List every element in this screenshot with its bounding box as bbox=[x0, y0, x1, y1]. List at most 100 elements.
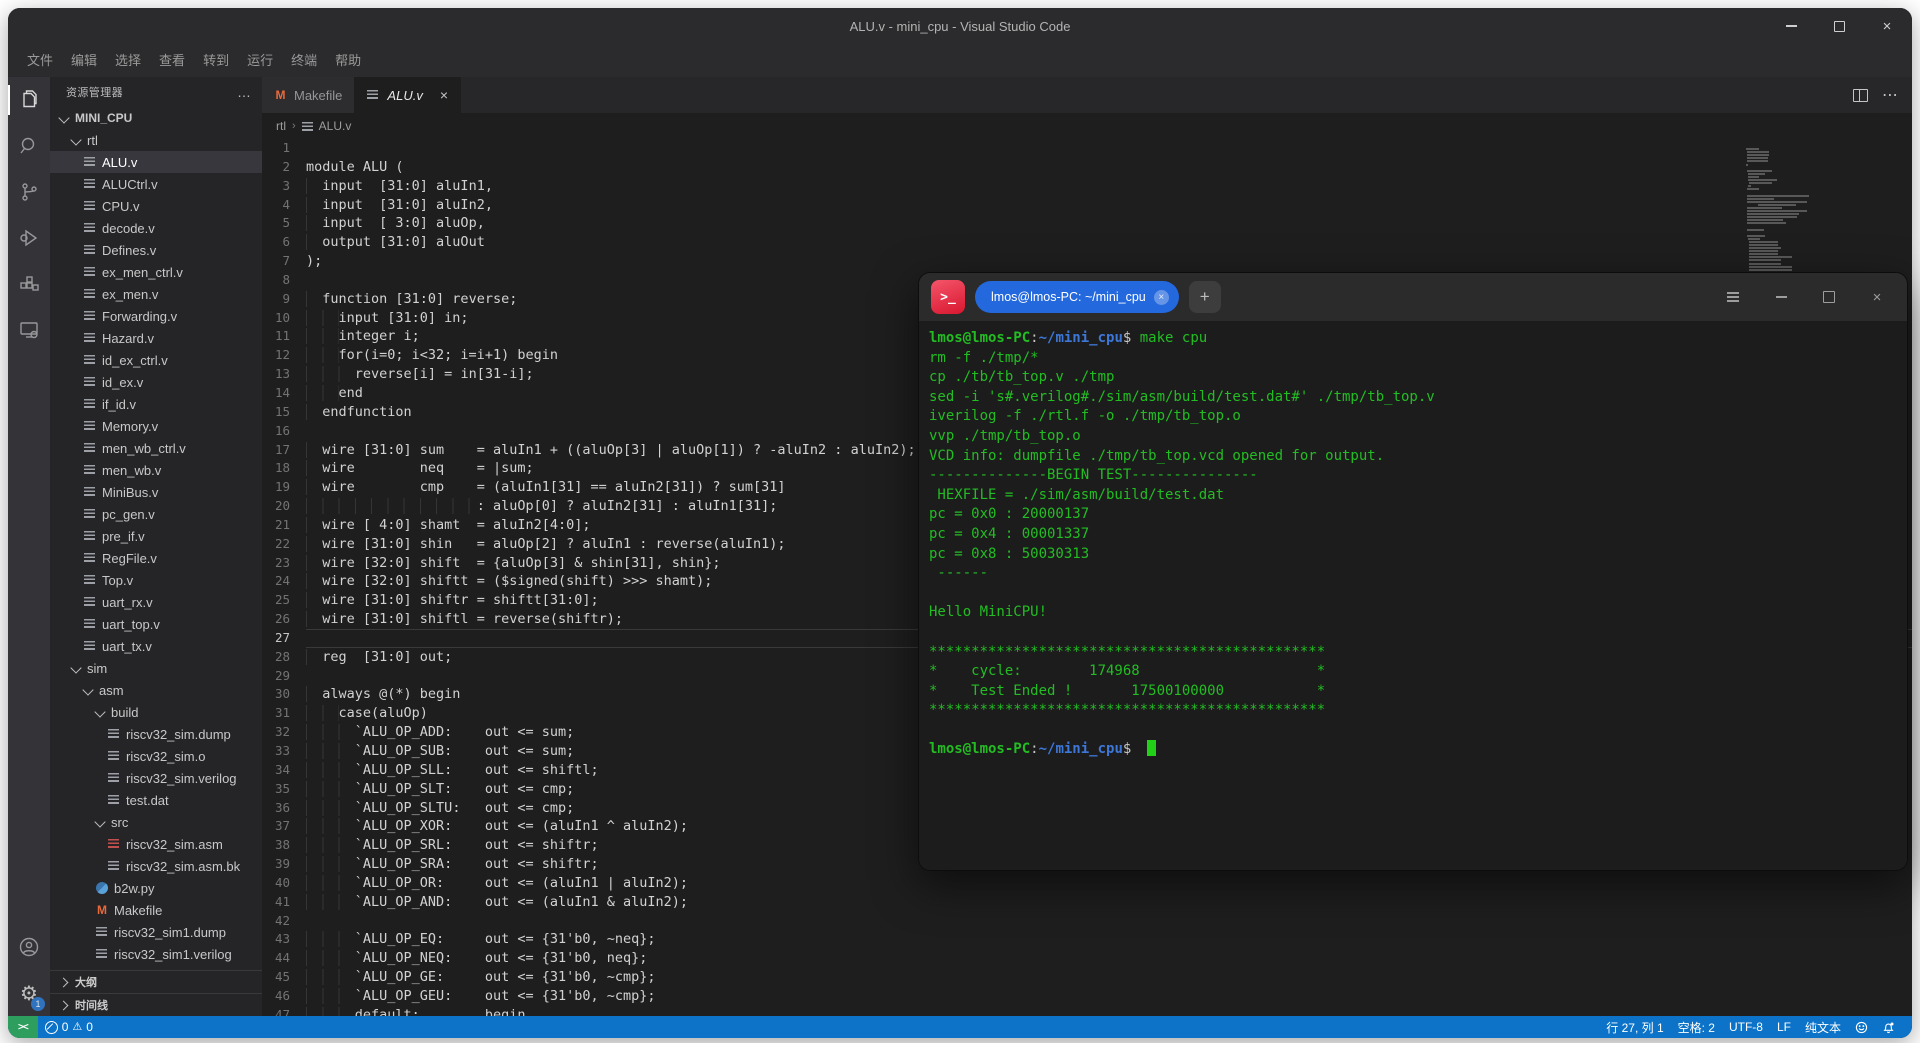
encoding[interactable]: UTF-8 bbox=[1722, 1016, 1770, 1038]
code-line-7[interactable]: 7); bbox=[262, 252, 1912, 271]
tree-item-id_ex_ctrl.v[interactable]: id_ex_ctrl.v bbox=[50, 349, 262, 371]
tree-item-men_wb_ctrl.v[interactable]: men_wb_ctrl.v bbox=[50, 437, 262, 459]
terminal-close-icon[interactable]: × bbox=[1869, 289, 1885, 305]
tree-item-pre_if.v[interactable]: pre_if.v bbox=[50, 525, 262, 547]
tree-item-MiniBus.v[interactable]: MiniBus.v bbox=[50, 481, 262, 503]
explorer-more-icon[interactable]: … bbox=[237, 84, 252, 100]
terminal-title-bar[interactable]: >_ lmos@lmos-PC: ~/mini_cpu × + × bbox=[919, 273, 1907, 321]
source-control-icon[interactable] bbox=[8, 169, 50, 215]
code-line-43[interactable]: 43 `ALU_OP_EQ: out <= {31'b0, ~neq}; bbox=[262, 930, 1912, 949]
cursor-position[interactable]: 行 27, 列 1 bbox=[1599, 1016, 1670, 1038]
terminal-output[interactable]: lmos@lmos-PC:~/mini_cpu$ make cpurm -f .… bbox=[919, 321, 1907, 870]
terminal-maximize-icon[interactable] bbox=[1821, 289, 1837, 305]
menu-item-5[interactable]: 运行 bbox=[238, 49, 282, 73]
tree-item-riscv32_sim1.dump[interactable]: riscv32_sim1.dump bbox=[50, 921, 262, 943]
tree-item-Memory.v[interactable]: Memory.v bbox=[50, 415, 262, 437]
tree-item-asm[interactable]: asm bbox=[50, 679, 262, 701]
code-line-46[interactable]: 46 `ALU_OP_GEU: out <= {31'b0, ~cmp}; bbox=[262, 987, 1912, 1006]
tab-alu-v[interactable]: ALU.v × bbox=[355, 77, 461, 113]
menu-item-1[interactable]: 编辑 bbox=[62, 49, 106, 73]
tree-item-Forwarding.v[interactable]: Forwarding.v bbox=[50, 305, 262, 327]
menu-item-7[interactable]: 帮助 bbox=[326, 49, 370, 73]
tree-item-id_ex.v[interactable]: id_ex.v bbox=[50, 371, 262, 393]
eol-sequence[interactable]: LF bbox=[1770, 1016, 1798, 1038]
minimap[interactable] bbox=[1746, 145, 1812, 290]
tree-item-CPU.v[interactable]: CPU.v bbox=[50, 195, 262, 217]
tree-item-MINI_CPU[interactable]: MINI_CPU bbox=[50, 107, 262, 129]
tree-item-ALUCtrl.v[interactable]: ALUCtrl.v bbox=[50, 173, 262, 195]
code-line-6[interactable]: 6 output [31:0] aluOut bbox=[262, 233, 1912, 252]
close-tab-icon[interactable]: × bbox=[440, 87, 448, 103]
tree-item-file[interactable]: file bbox=[50, 965, 262, 970]
menu-item-3[interactable]: 查看 bbox=[150, 49, 194, 73]
tree-item-riscv32_sim.asm[interactable]: riscv32_sim.asm bbox=[50, 833, 262, 855]
terminal-minimize-icon[interactable] bbox=[1773, 289, 1789, 305]
tree-item-riscv32_sim.dump[interactable]: riscv32_sim.dump bbox=[50, 723, 262, 745]
tree-item-uart_rx.v[interactable]: uart_rx.v bbox=[50, 591, 262, 613]
terminal-tab-close-icon[interactable]: × bbox=[1154, 290, 1169, 305]
tree-item-Makefile[interactable]: MMakefile bbox=[50, 899, 262, 921]
menu-item-0[interactable]: 文件 bbox=[18, 49, 62, 73]
terminal-menu-icon[interactable] bbox=[1725, 289, 1741, 305]
tree-item-riscv32_sim.asm.bk[interactable]: riscv32_sim.asm.bk bbox=[50, 855, 262, 877]
code-line-47[interactable]: 47 default: begin bbox=[262, 1006, 1912, 1016]
terminal-new-tab-button[interactable]: + bbox=[1189, 281, 1221, 313]
breadcrumb-file[interactable]: ALU.v bbox=[319, 119, 352, 133]
code-line-4[interactable]: 4 input [31:0] aluIn2, bbox=[262, 196, 1912, 215]
tree-item-sim[interactable]: sim bbox=[50, 657, 262, 679]
extensions-icon[interactable] bbox=[8, 261, 50, 307]
tree-item-pc_gen.v[interactable]: pc_gen.v bbox=[50, 503, 262, 525]
remote-explorer-icon[interactable] bbox=[8, 307, 50, 353]
search-icon[interactable] bbox=[8, 123, 50, 169]
feedback-icon[interactable] bbox=[1848, 1016, 1875, 1038]
restore-icon[interactable] bbox=[1832, 19, 1846, 33]
tree-item-build[interactable]: build bbox=[50, 701, 262, 723]
breadcrumb[interactable]: rtl › ALU.v bbox=[262, 113, 1912, 139]
tree-item-riscv32_sim.o[interactable]: riscv32_sim.o bbox=[50, 745, 262, 767]
code-line-3[interactable]: 3 input [31:0] aluIn1, bbox=[262, 177, 1912, 196]
more-actions-icon[interactable]: ⋯ bbox=[1882, 85, 1898, 105]
explorer-icon[interactable] bbox=[8, 77, 50, 123]
tree-item-b2w.py[interactable]: b2w.py bbox=[50, 877, 262, 899]
settings-gear-icon[interactable]: ⚙ 1 bbox=[8, 970, 50, 1016]
code-line-5[interactable]: 5 input [ 3:0] aluOp, bbox=[262, 214, 1912, 233]
timeline-section[interactable]: 时间线 bbox=[50, 993, 262, 1016]
remote-indicator[interactable]: >< bbox=[8, 1016, 38, 1038]
tree-item-test.dat[interactable]: test.dat bbox=[50, 789, 262, 811]
terminal-tab[interactable]: lmos@lmos-PC: ~/mini_cpu × bbox=[975, 281, 1179, 313]
tree-item-Defines.v[interactable]: Defines.v bbox=[50, 239, 262, 261]
indentation[interactable]: 空格: 2 bbox=[1671, 1016, 1722, 1038]
run-debug-icon[interactable] bbox=[8, 215, 50, 261]
code-line-44[interactable]: 44 `ALU_OP_NEQ: out <= {31'b0, neq}; bbox=[262, 949, 1912, 968]
tree-item-ex_men_ctrl.v[interactable]: ex_men_ctrl.v bbox=[50, 261, 262, 283]
code-line-40[interactable]: 40 `ALU_OP_OR: out <= (aluIn1 | aluIn2); bbox=[262, 874, 1912, 893]
menu-item-2[interactable]: 选择 bbox=[106, 49, 150, 73]
code-line-42[interactable]: 42 bbox=[262, 912, 1912, 931]
code-line-1[interactable]: 1 bbox=[262, 139, 1912, 158]
tree-item-riscv32_sim.verilog[interactable]: riscv32_sim.verilog bbox=[50, 767, 262, 789]
tree-item-RegFile.v[interactable]: RegFile.v bbox=[50, 547, 262, 569]
tree-item-if_id.v[interactable]: if_id.v bbox=[50, 393, 262, 415]
menu-item-4[interactable]: 转到 bbox=[194, 49, 238, 73]
problems-indicator[interactable]: 0 ⚠ 0 bbox=[38, 1016, 100, 1038]
tree-item-Top.v[interactable]: Top.v bbox=[50, 569, 262, 591]
menu-item-6[interactable]: 终端 bbox=[282, 49, 326, 73]
tree-item-Hazard.v[interactable]: Hazard.v bbox=[50, 327, 262, 349]
account-icon[interactable] bbox=[8, 924, 50, 970]
tree-item-rtl[interactable]: rtl bbox=[50, 129, 262, 151]
breadcrumb-folder[interactable]: rtl bbox=[276, 119, 286, 133]
tree-item-uart_tx.v[interactable]: uart_tx.v bbox=[50, 635, 262, 657]
split-editor-icon[interactable] bbox=[1853, 89, 1868, 102]
outline-section[interactable]: 大纲 bbox=[50, 970, 262, 993]
tab-makefile[interactable]: M Makefile bbox=[262, 77, 355, 113]
tree-item-src[interactable]: src bbox=[50, 811, 262, 833]
code-line-41[interactable]: 41 `ALU_OP_AND: out <= (aluIn1 & aluIn2)… bbox=[262, 893, 1912, 912]
tree-item-men_wb.v[interactable]: men_wb.v bbox=[50, 459, 262, 481]
tree-item-riscv32_sim1.verilog[interactable]: riscv32_sim1.verilog bbox=[50, 943, 262, 965]
tree-item-uart_top.v[interactable]: uart_top.v bbox=[50, 613, 262, 635]
tree-item-ex_men.v[interactable]: ex_men.v bbox=[50, 283, 262, 305]
language-mode[interactable]: 纯文本 bbox=[1798, 1016, 1848, 1038]
tree-item-ALU.v[interactable]: ALU.v bbox=[50, 151, 262, 173]
tree-item-decode.v[interactable]: decode.v bbox=[50, 217, 262, 239]
code-line-45[interactable]: 45 `ALU_OP_GE: out <= {31'b0, ~cmp}; bbox=[262, 968, 1912, 987]
